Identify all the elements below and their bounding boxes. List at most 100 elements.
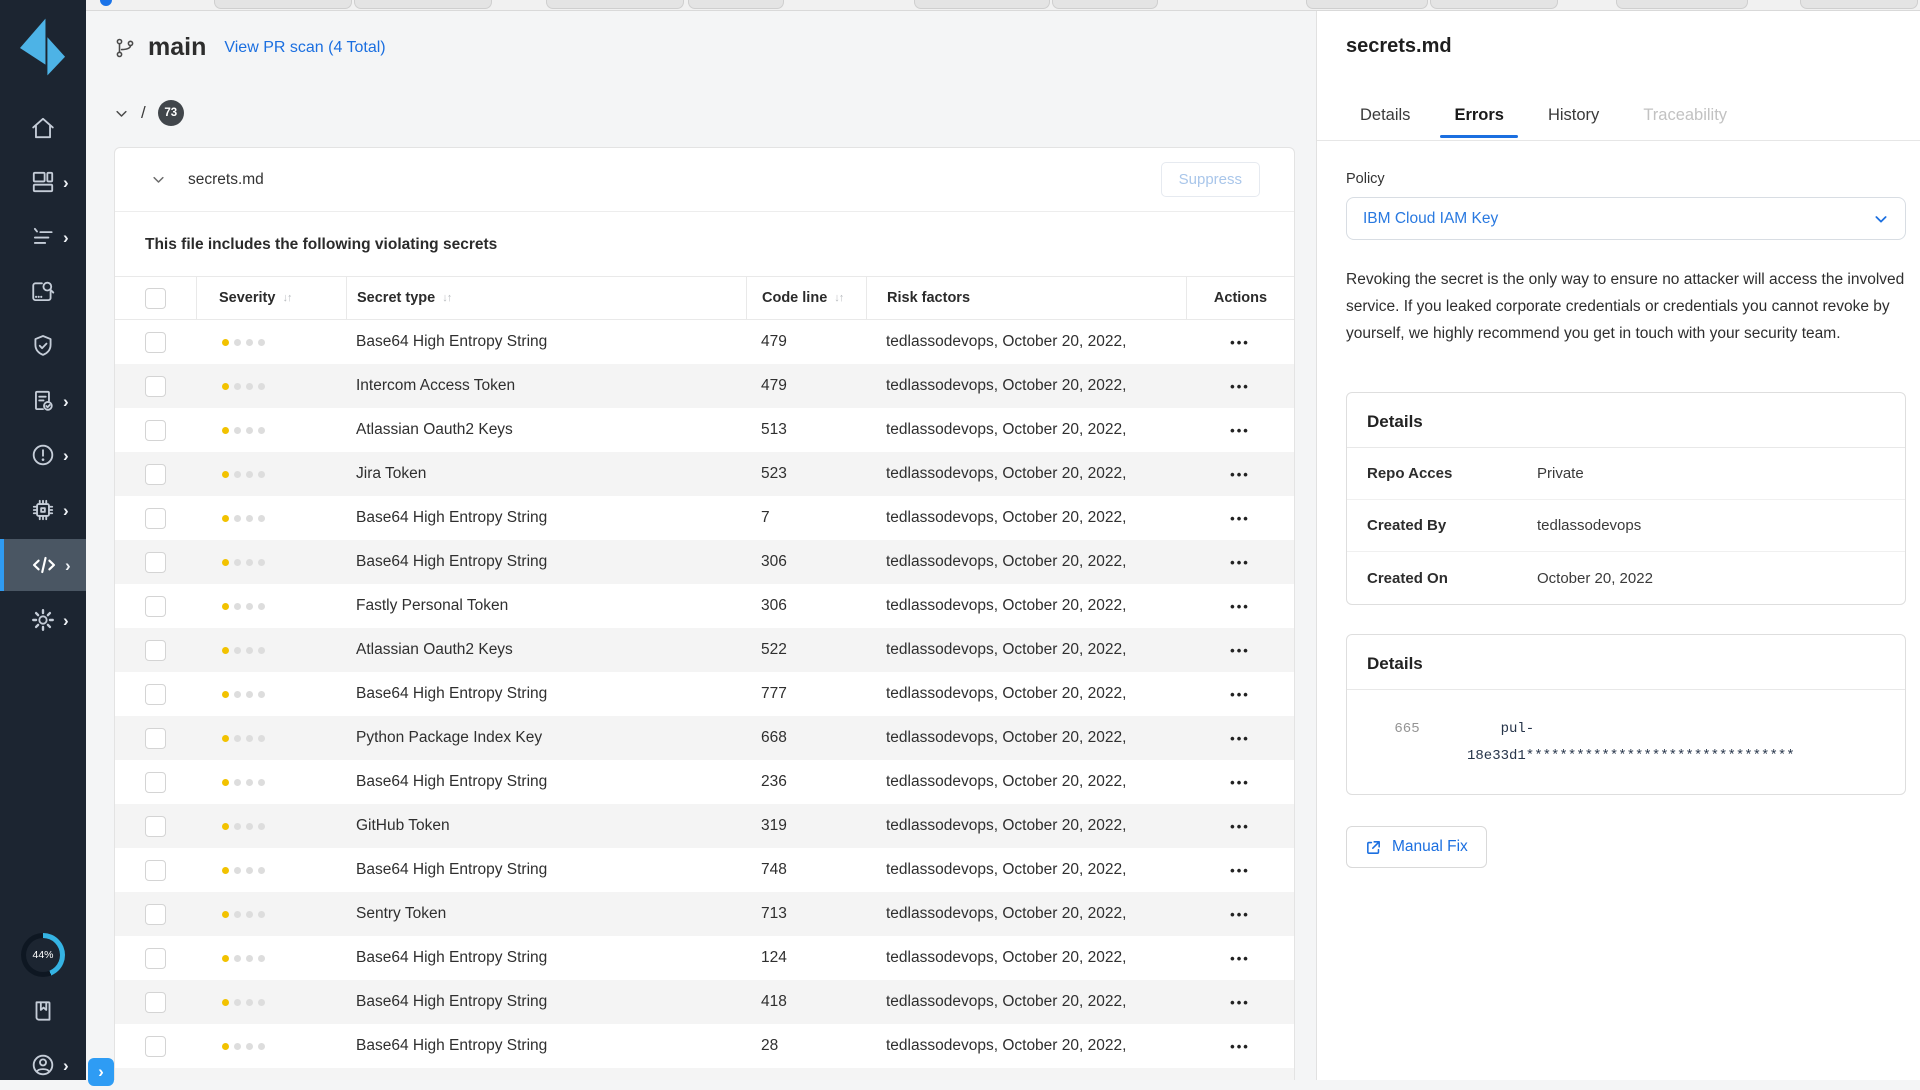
scan-progress-ring: 44% — [21, 933, 65, 977]
browser-tab-remnant — [914, 0, 1050, 9]
sidebar-item-policies[interactable]: › — [0, 212, 86, 262]
sidebar-item-home[interactable] — [0, 103, 86, 153]
table-row[interactable]: GitHub Token 319 tedlassodevops, October… — [115, 804, 1294, 848]
manual-fix-button[interactable]: Manual Fix — [1346, 826, 1487, 868]
table-row[interactable]: Base64 High Entropy String 777 tedlassod… — [115, 672, 1294, 716]
row-actions-button[interactable]: ••• — [1230, 951, 1250, 966]
sidebar-item-shield[interactable] — [0, 321, 86, 371]
table-row[interactable]: Atlassian Oauth2 Keys 522 tedlassodevops… — [115, 628, 1294, 672]
table-row[interactable]: Jira Token 523 tedlassodevops, October 2… — [115, 452, 1294, 496]
row-checkbox[interactable] — [145, 596, 166, 617]
row-checkbox[interactable] — [145, 464, 166, 485]
file-card-header[interactable]: secrets.md Suppress — [115, 148, 1294, 212]
row-actions-button[interactable]: ••• — [1230, 819, 1250, 834]
risk-factors-cell: tedlassodevops, October 20, 2022, — [866, 773, 1186, 791]
row-actions-button[interactable]: ••• — [1230, 687, 1250, 702]
row-checkbox[interactable] — [145, 904, 166, 925]
chevron-down-icon[interactable] — [114, 106, 129, 121]
risk-factors-cell: tedlassodevops, October 20, 2022, — [866, 641, 1186, 659]
row-checkbox[interactable] — [145, 684, 166, 705]
row-actions-button[interactable]: ••• — [1230, 599, 1250, 614]
row-checkbox[interactable] — [145, 420, 166, 441]
row-actions-button[interactable]: ••• — [1230, 1039, 1250, 1054]
sidebar-item-code-active[interactable]: › — [0, 539, 86, 591]
tab-details[interactable]: Details — [1346, 106, 1424, 137]
browser-tab-remnant — [688, 0, 784, 9]
table-row[interactable]: Base64 High Entropy String 479 tedlassod… — [115, 320, 1294, 364]
panel-tabs: DetailsErrorsHistoryTraceability — [1346, 106, 1904, 137]
row-checkbox[interactable] — [145, 376, 166, 397]
row-actions-button[interactable]: ••• — [1230, 423, 1250, 438]
policy-dropdown[interactable]: IBM Cloud IAM Key — [1346, 197, 1906, 240]
risk-factors-cell: tedlassodevops, October 20, 2022, — [866, 377, 1186, 395]
sidebar-item-settings[interactable]: › — [0, 595, 86, 645]
severity-dot — [222, 691, 229, 698]
row-checkbox[interactable] — [145, 332, 166, 353]
table-row[interactable]: Intercom Access Token 479 tedlassodevops… — [115, 364, 1294, 408]
table-row[interactable]: Base64 High Entropy String 124 tedlassod… — [115, 936, 1294, 980]
row-actions-button[interactable]: ••• — [1230, 335, 1250, 350]
row-actions-button[interactable]: ••• — [1230, 863, 1250, 878]
table-row[interactable]: Base64 High Entropy String 306 tedlassod… — [115, 540, 1294, 584]
row-checkbox[interactable] — [145, 992, 166, 1013]
sidebar-item-reports[interactable]: › — [0, 376, 86, 426]
sort-icon[interactable]: ↓↑ — [282, 292, 291, 304]
sidebar-item-dashboard[interactable]: › — [0, 157, 86, 207]
row-checkbox[interactable] — [145, 508, 166, 529]
row-actions-button[interactable]: ••• — [1230, 511, 1250, 526]
sidebar-item-alerts[interactable]: › — [0, 430, 86, 480]
app-logo[interactable] — [20, 18, 67, 81]
select-all-checkbox[interactable] — [145, 288, 166, 309]
row-actions-button[interactable]: ••• — [1230, 555, 1250, 570]
sidebar-item-account[interactable]: › — [0, 1040, 86, 1090]
tab-errors[interactable]: Errors — [1440, 106, 1518, 137]
secret-type-cell: Jira Token — [346, 465, 746, 483]
row-actions-button[interactable]: ••• — [1230, 467, 1250, 482]
row-checkbox[interactable] — [145, 860, 166, 881]
severity-dot — [258, 735, 265, 742]
column-header-code-line[interactable]: Code line↓↑ — [746, 277, 866, 319]
risk-factors-cell: tedlassodevops, October 20, 2022, — [866, 861, 1186, 879]
sidebar-expand-button[interactable]: › — [88, 1058, 114, 1086]
sidebar-item-docs[interactable] — [0, 986, 86, 1036]
table-row[interactable]: Atlassian Oauth2 Keys 513 tedlassodevops… — [115, 408, 1294, 452]
sidebar-item-engines[interactable]: › — [0, 485, 86, 535]
table-row[interactable]: Base64 High Entropy String 7 tedlassodev… — [115, 496, 1294, 540]
row-actions-button[interactable]: ••• — [1230, 731, 1250, 746]
row-actions-button[interactable]: ••• — [1230, 379, 1250, 394]
row-checkbox[interactable] — [145, 772, 166, 793]
table-row[interactable]: Base64 High Entropy String 748 tedlassod… — [115, 848, 1294, 892]
sidebar-item-asset-search[interactable] — [0, 267, 86, 317]
row-actions-button[interactable]: ••• — [1230, 643, 1250, 658]
table-row[interactable]: Fastly Personal Token 306 tedlassodevops… — [115, 584, 1294, 628]
table-header: Severity↓↑ Secret type↓↑ Code line↓↑ Ris… — [115, 276, 1294, 320]
table-row[interactable]: Base64 High Entropy String 236 tedlassod… — [115, 760, 1294, 804]
row-checkbox[interactable] — [145, 1036, 166, 1057]
table-row[interactable]: Base64 High Entropy String 418 tedlassod… — [115, 980, 1294, 1024]
sort-icon[interactable]: ↓↑ — [442, 292, 451, 304]
column-header-secret-type[interactable]: Secret type↓↑ — [346, 277, 746, 319]
row-checkbox[interactable] — [145, 816, 166, 837]
row-checkbox[interactable] — [145, 640, 166, 661]
row-actions-button[interactable]: ••• — [1230, 995, 1250, 1010]
table-row-partial[interactable] — [115, 1068, 1294, 1080]
row-checkbox[interactable] — [145, 728, 166, 749]
suppress-button[interactable]: Suppress — [1161, 162, 1260, 197]
view-pr-scan-link[interactable]: View PR scan (4 Total) — [224, 39, 385, 57]
row-checkbox[interactable] — [145, 948, 166, 969]
severity-dot — [234, 559, 241, 566]
sort-icon[interactable]: ↓↑ — [834, 292, 843, 304]
severity-dot — [258, 867, 265, 874]
row-actions-button[interactable]: ••• — [1230, 775, 1250, 790]
tab-history[interactable]: History — [1534, 106, 1613, 137]
row-checkbox[interactable] — [145, 552, 166, 573]
row-actions-button[interactable]: ••• — [1230, 907, 1250, 922]
table-row[interactable]: Base64 High Entropy String 28 tedlassode… — [115, 1024, 1294, 1068]
severity-dot — [246, 779, 253, 786]
column-header-severity[interactable]: Severity↓↑ — [196, 277, 346, 319]
chevron-down-icon[interactable] — [151, 172, 166, 187]
table-row[interactable]: Python Package Index Key 668 tedlassodev… — [115, 716, 1294, 760]
severity-dot — [222, 823, 229, 830]
table-row[interactable]: Sentry Token 713 tedlassodevops, October… — [115, 892, 1294, 936]
code-line-cell: 306 — [746, 597, 866, 615]
